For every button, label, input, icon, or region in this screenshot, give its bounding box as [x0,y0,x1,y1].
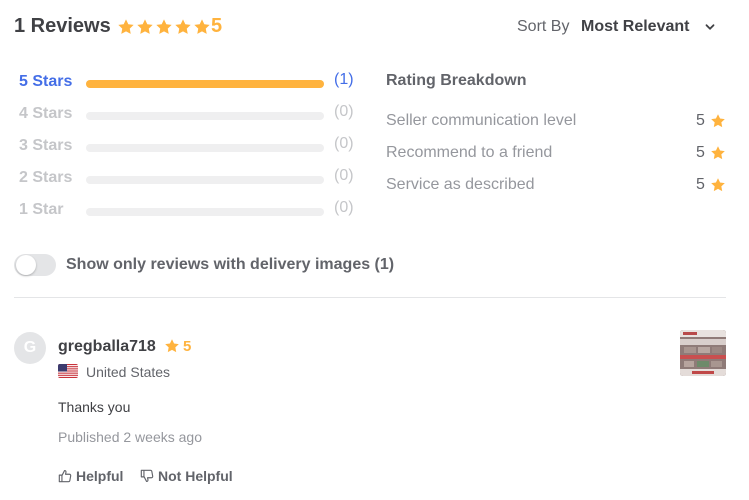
star-icon [117,18,135,36]
sort-label: Sort By [517,18,570,35]
breakdown-label: Service as described [386,176,535,193]
review-text: Thanks you [58,399,131,415]
rating-bar-1-star: 1 Star (0) [19,198,359,222]
rating-bar-track [86,80,324,88]
star-icon [193,18,211,36]
rating-bar-label: 4 Stars [19,105,73,122]
delivery-image-thumbnail[interactable] [680,330,726,376]
thumbs-up-icon [58,470,72,483]
star-icon [710,113,726,129]
breakdown-value: 5 [696,176,705,193]
helpful-label[interactable]: Helpful [76,468,123,484]
average-stars [117,18,211,36]
breakdown-title: Rating Breakdown [386,72,527,89]
breakdown-row: Seller communication level 5 [386,110,726,134]
review-count: 1 Reviews [14,15,111,37]
toggle-knob [16,255,36,275]
review-published-date: Published 2 weeks ago [58,429,202,445]
helpful-button[interactable]: Helpful [58,467,123,485]
rating-bar-count: (0) [334,167,354,184]
reviews-header: 1 Reviews 5 Sort By Most Relevant [14,14,736,42]
rating-bar-count: (0) [334,135,354,152]
review-item: G gregballa718 5 United States Thanks yo… [14,330,726,500]
reviewer-country: United States [86,364,171,380]
star-icon [136,18,154,36]
review-rating: 5 [183,338,192,355]
rating-bar-track [86,112,324,120]
rating-bar-label[interactable]: 5 Stars [19,73,72,91]
rating-bar-track [86,176,324,184]
not-helpful-label[interactable]: Not Helpful [158,468,233,484]
rating-bar-track [86,208,324,216]
thumbs-down-icon [140,469,154,482]
delivery-images-toggle[interactable] [14,254,56,276]
sort-dropdown[interactable]: Most Relevant [581,18,689,36]
rating-bar-track [86,144,324,152]
breakdown-label: Seller communication level [386,112,577,129]
average-rating: 5 [211,15,223,37]
star-icon [164,338,180,354]
star-icon [155,18,173,36]
rating-bar-count: (0) [334,199,354,216]
breakdown-row: Service as described 5 [386,174,726,198]
rating-bar-label: 3 Stars [19,137,73,154]
star-icon [174,18,192,36]
star-icon [710,145,726,161]
rating-bar-5-stars[interactable]: 5 Stars (1) [19,70,359,94]
chevron-down-icon[interactable] [704,21,716,33]
breakdown-row: Recommend to a friend 5 [386,142,726,166]
rating-bar-2-stars: 2 Stars (0) [19,166,359,190]
delivery-images-label[interactable]: Show only reviews with delivery images (… [66,256,394,274]
section-divider [14,297,726,298]
delivery-images-filter: Show only reviews with delivery images (… [14,253,514,277]
rating-bar-fill [86,80,324,88]
rating-bar-4-stars: 4 Stars (0) [19,102,359,126]
rating-bar-3-stars: 3 Stars (0) [19,134,359,158]
star-icon [710,177,726,193]
us-flag-icon [58,364,78,378]
breakdown-value: 5 [696,112,705,129]
rating-bar-count: (0) [334,103,354,120]
breakdown-value: 5 [696,144,705,161]
breakdown-label: Recommend to a friend [386,144,553,161]
rating-bar-label: 2 Stars [19,169,73,186]
rating-bar-label: 1 Star [19,201,64,218]
avatar[interactable]: G [14,332,46,364]
reviewer-username[interactable]: gregballa718 [58,338,156,356]
not-helpful-button[interactable]: Not Helpful [140,467,233,485]
rating-bar-count: (1) [334,71,354,88]
